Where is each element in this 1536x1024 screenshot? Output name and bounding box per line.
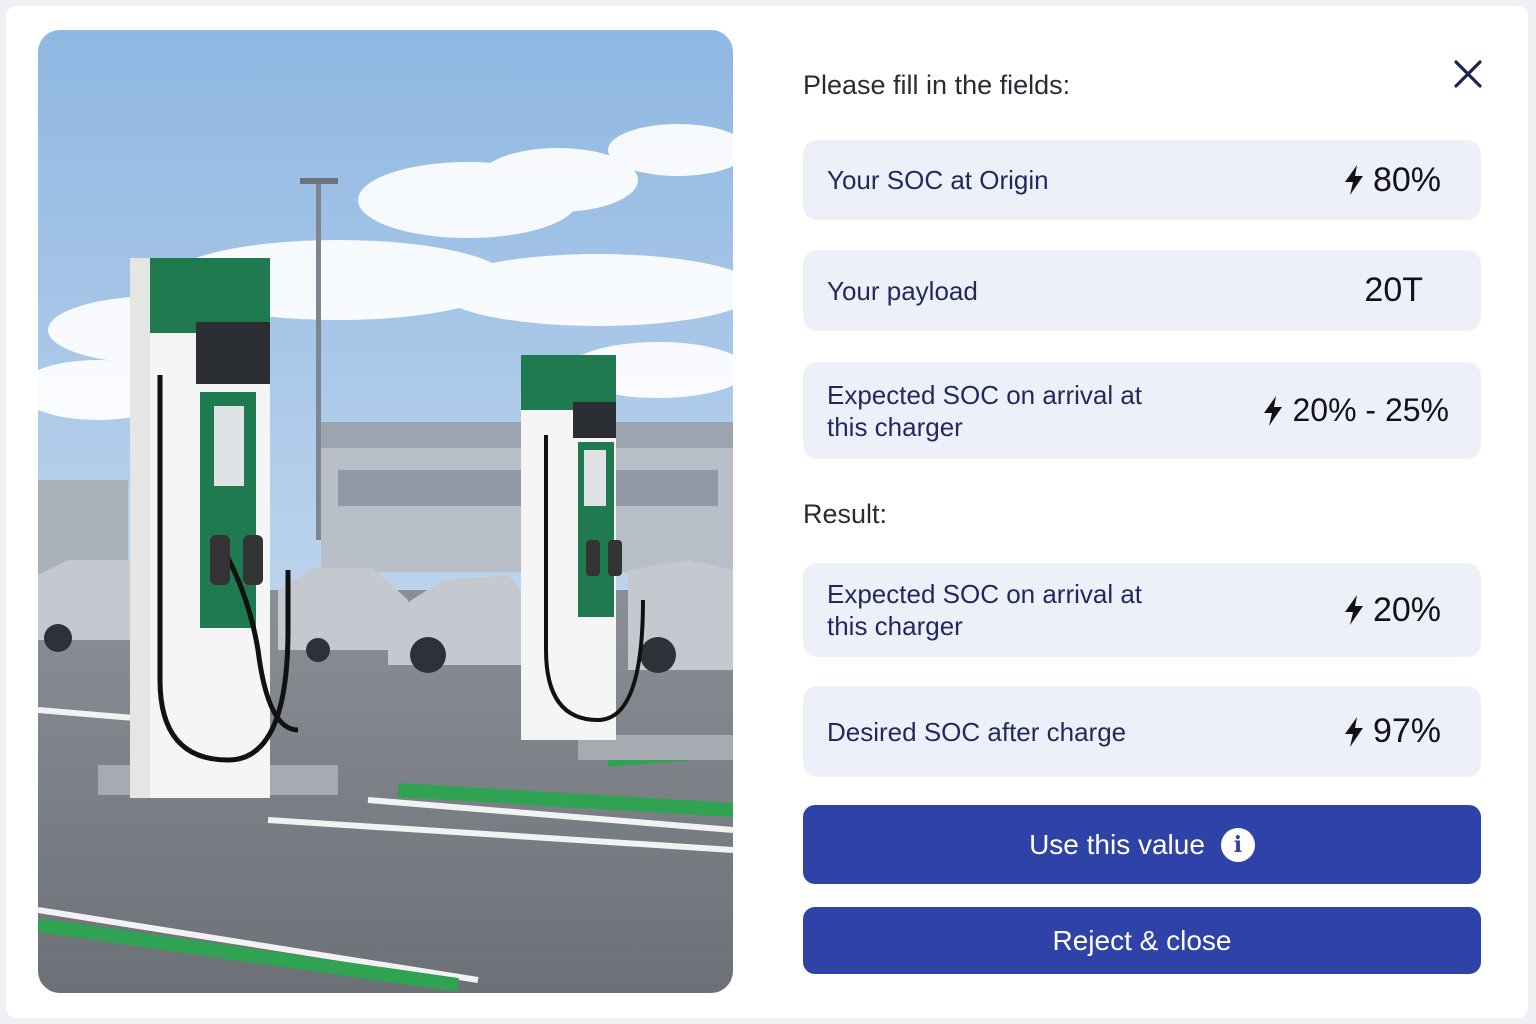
field-value: 20T	[1364, 271, 1423, 310]
panel-title: Please fill in the fields:	[803, 70, 1071, 100]
expected-soc-arrival-field[interactable]: Expected SOC on arrival at this charger …	[803, 362, 1481, 459]
field-label: Desired SOC after charge	[827, 716, 1127, 747]
close-button[interactable]	[1448, 56, 1488, 96]
field-label: Your payload	[827, 275, 978, 306]
reject-close-button[interactable]: Reject & close	[803, 907, 1481, 974]
field-label: Expected SOC on arrival at this charger	[827, 379, 1143, 442]
use-value-button[interactable]: Use this value i	[803, 805, 1481, 884]
result-expected-soc-value: 20%	[1372, 590, 1441, 629]
field-label: Your SOC at Origin	[827, 165, 1049, 195]
payload-value: 20T	[1364, 271, 1423, 309]
use-value-label: Use this value	[1029, 828, 1205, 860]
field-value: 97%	[1343, 712, 1441, 751]
close-icon	[1454, 60, 1482, 88]
desired-soc-value: 97%	[1372, 712, 1441, 750]
soc-origin-field[interactable]: Your SOC at Origin 80%	[803, 140, 1481, 220]
bolt-icon	[1343, 716, 1365, 748]
bolt-icon	[1262, 395, 1284, 427]
bolt-icon	[1343, 164, 1365, 196]
field-value: 20%	[1343, 591, 1441, 630]
soc-origin-value: 80%	[1372, 160, 1441, 199]
result-label: Result:	[803, 499, 888, 529]
ev-charging-stations-photo	[38, 30, 733, 993]
result-expected-soc-field: Expected SOC on arrival at this charger …	[803, 563, 1481, 657]
field-value: 20% - 25%	[1262, 392, 1449, 429]
field-label: Expected SOC on arrival at this charger	[827, 579, 1143, 641]
info-icon[interactable]: i	[1220, 827, 1255, 862]
payload-field[interactable]: Your payload 20T	[803, 250, 1481, 331]
bolt-icon	[1343, 594, 1365, 626]
reject-close-label: Reject & close	[1052, 924, 1232, 956]
desired-soc-field: Desired SOC after charge 97%	[803, 686, 1481, 777]
expected-soc-range-value: 20% - 25%	[1292, 392, 1449, 428]
field-value: 80%	[1343, 161, 1441, 200]
